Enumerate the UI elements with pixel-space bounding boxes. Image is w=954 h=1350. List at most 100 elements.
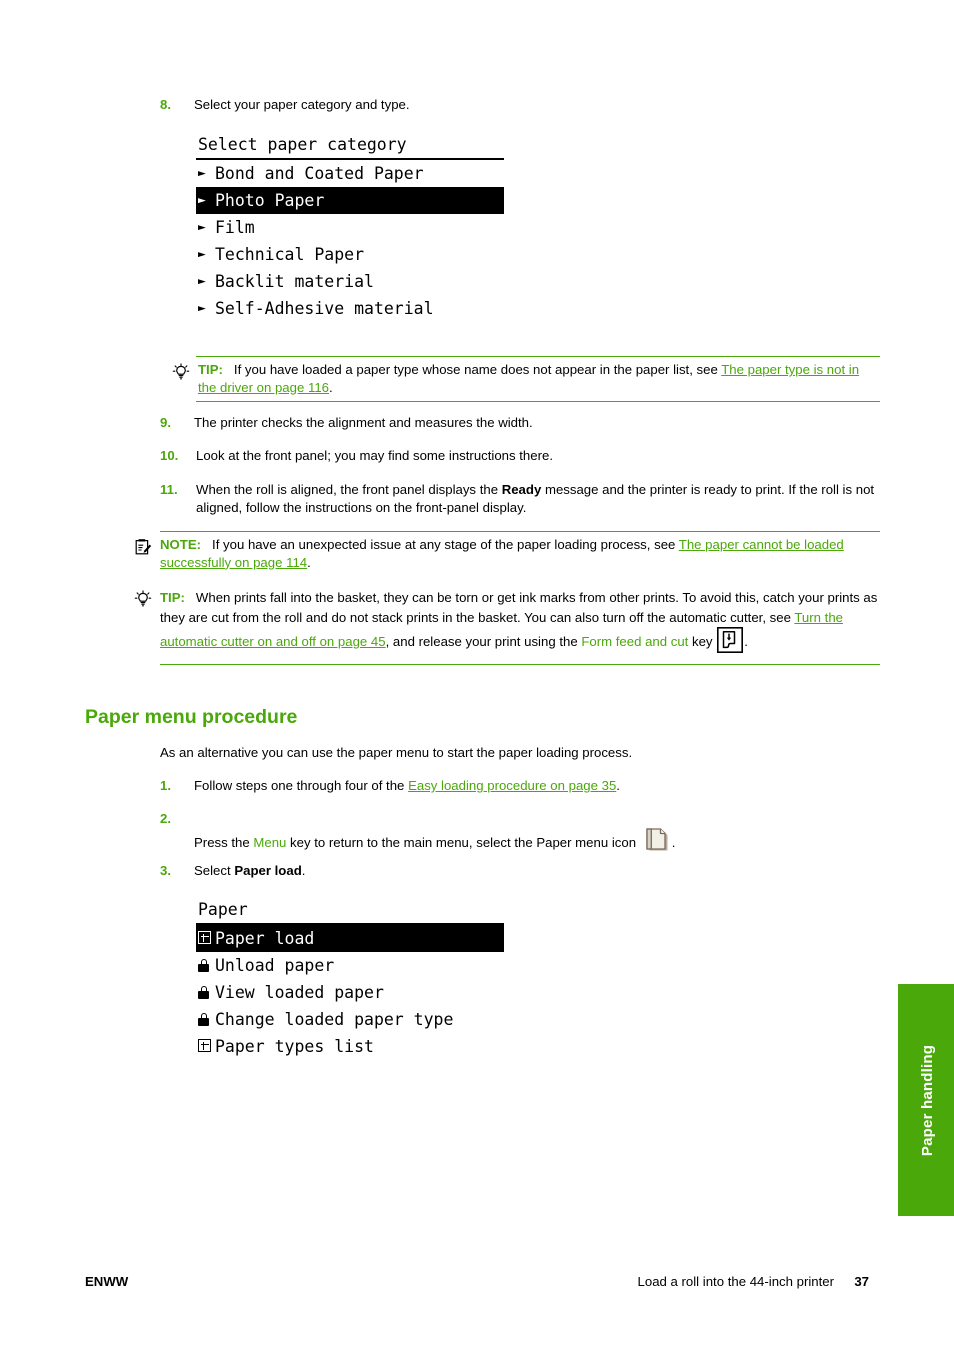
panel-item-label: Photo Paper: [215, 191, 325, 210]
section-heading: Paper menu procedure: [85, 706, 298, 728]
step-text: Select your paper category and type.: [194, 97, 410, 112]
panel-item-paper-load[interactable]: Paper load: [196, 925, 504, 952]
panel-item-label: Backlit material: [215, 272, 374, 291]
callout-body-end: .: [744, 634, 748, 649]
tip-callout-paper-type: TIP: If you have loaded a paper type who…: [172, 356, 880, 402]
step-text: Press the Menu key to return to the main…: [194, 826, 894, 861]
triangle-right-icon: ►: [198, 247, 206, 262]
panel-item-label: Film: [215, 218, 255, 237]
step-text-mid: key to return to the main menu, select t…: [286, 835, 640, 850]
page-canvas: 8. Select your paper category and type. …: [0, 0, 954, 1350]
plus-box-icon: [198, 1032, 215, 1059]
form-feed-and-cut-key-icon: [717, 627, 744, 659]
triangle-right-icon: ►: [198, 193, 206, 208]
panel-item-label: Paper types list: [215, 1037, 374, 1056]
ui-reference-menu: Menu: [253, 835, 287, 850]
footer-section-title: Load a roll into the 44-inch printer: [637, 1274, 834, 1289]
step-number: 3.: [160, 863, 171, 878]
step-text: Look at the front panel; you may find so…: [196, 448, 553, 463]
step-text-before: Press the: [194, 835, 254, 850]
panel-item-film[interactable]: ► Film: [196, 214, 504, 241]
step-text: Follow steps one through four of the Eas…: [194, 777, 620, 795]
footer-left-label: ENWW: [85, 1274, 129, 1289]
step-number: 1.: [160, 778, 171, 793]
list-item: 9. The printer checks the alignment and …: [160, 414, 860, 432]
list-item: 8. Select your paper category and type.: [160, 96, 860, 114]
panel-item-technical-paper[interactable]: ► Technical Paper: [196, 241, 504, 268]
emphasis-ready: Ready: [501, 482, 542, 497]
callout-body-after: .: [329, 379, 333, 395]
list-item: 10. Look at the front panel; you may fin…: [160, 447, 860, 465]
triangle-right-icon: ►: [198, 220, 206, 235]
panel-item-change-loaded-paper-type[interactable]: Change loaded paper type: [196, 1006, 504, 1033]
callout-label: NOTE:: [160, 537, 202, 552]
callout-body-mid: , and release your print using the: [385, 634, 582, 649]
panel-item-label: Self-Adhesive material: [215, 299, 434, 318]
front-panel-paper-menu: Paper Paper load Unload paper View loade…: [196, 896, 504, 1060]
panel-item-label: View loaded paper: [215, 983, 384, 1002]
panel-item-paper-types-list[interactable]: Paper types list: [196, 1033, 504, 1060]
lightbulb-icon: [134, 588, 160, 613]
ui-reference-form-feed-and-cut: Form feed and cut: [581, 634, 689, 649]
panel-item-label: Bond and Coated Paper: [215, 164, 424, 183]
panel-item-label: Change loaded paper type: [215, 1010, 454, 1029]
step-text-after: .: [301, 863, 306, 878]
emphasis-paper-load: Paper load: [234, 863, 302, 878]
lock-icon: [198, 1005, 215, 1032]
cross-reference-link[interactable]: Easy loading procedure on page 35: [408, 778, 616, 793]
callout-body-before: When prints fall into the basket, they c…: [160, 590, 878, 625]
list-item: 1. Follow steps one through four of the …: [160, 777, 860, 795]
panel-item-view-loaded-paper[interactable]: View loaded paper: [196, 979, 504, 1006]
step-text: The printer checks the alignment and mea…: [194, 415, 533, 430]
callout-text: TIP: When prints fall into the basket, t…: [160, 588, 880, 659]
step-number: 11.: [160, 482, 178, 497]
callout-body-before: If you have an unexpected issue at any s…: [212, 537, 679, 552]
front-panel-select-paper-category: Select paper category ► Bond and Coated …: [196, 131, 504, 322]
panel-item-label: Paper load: [215, 929, 315, 948]
plus-box-icon: [198, 924, 215, 951]
step-text-before: When the roll is aligned, the front pane…: [196, 482, 502, 497]
step-text-after: .: [671, 835, 676, 850]
callout-body-before: If you have loaded a paper type whose na…: [233, 362, 722, 377]
panel-item-self-adhesive-material[interactable]: ► Self-Adhesive material: [196, 295, 504, 322]
note-callout-loading: NOTE: If you have an unexpected issue at…: [134, 531, 880, 576]
callout-bottom-rule: [160, 663, 880, 665]
step-number: 9.: [160, 415, 171, 430]
lock-icon: [198, 978, 215, 1005]
step-text-before: Select: [194, 863, 235, 878]
panel-item-label: Technical Paper: [215, 245, 365, 264]
footer-page-number: 37: [854, 1274, 869, 1289]
callout-label: TIP:: [160, 590, 185, 605]
callout-label: TIP:: [198, 362, 223, 377]
chapter-side-tab: Paper handling: [898, 984, 954, 1216]
note-icon: [134, 536, 160, 561]
callout-text: TIP: If you have loaded a paper type who…: [198, 361, 880, 396]
lightbulb-icon: [172, 361, 198, 386]
side-tab-label: Paper handling: [919, 1044, 937, 1156]
intro-paragraph: As an alternative you can use the paper …: [160, 745, 633, 760]
list-item: 11. When the roll is aligned, the front …: [160, 481, 878, 516]
panel-title: Select paper category: [198, 135, 407, 154]
list-item: 2.: [160, 810, 860, 828]
list-item: 3. Select Paper load.: [160, 862, 860, 880]
step-text: When the roll is aligned, the front pane…: [196, 481, 878, 516]
paper-menu-icon: [641, 826, 671, 861]
step-number: 2.: [160, 811, 171, 826]
triangle-right-icon: ►: [198, 301, 206, 316]
callout-body-after: key: [688, 634, 717, 649]
panel-item-bond-and-coated-paper[interactable]: ► Bond and Coated Paper: [196, 160, 504, 187]
tip-callout-basket: TIP: When prints fall into the basket, t…: [134, 586, 880, 665]
callout-bottom-rule: [196, 401, 880, 402]
triangle-right-icon: ►: [198, 274, 206, 289]
callout-text: NOTE: If you have an unexpected issue at…: [160, 536, 880, 571]
panel-item-unload-paper[interactable]: Unload paper: [196, 952, 504, 979]
lock-icon: [198, 951, 215, 978]
callout-body-after: .: [307, 554, 311, 570]
panel-item-backlit-material[interactable]: ► Backlit material: [196, 268, 504, 295]
step-text: Select Paper load.: [194, 862, 305, 880]
triangle-right-icon: ►: [198, 166, 206, 181]
panel-title: Paper: [198, 900, 248, 919]
step-number: 8.: [160, 97, 171, 112]
step-number: 10.: [160, 448, 179, 463]
panel-item-photo-paper[interactable]: ► Photo Paper: [196, 187, 504, 214]
